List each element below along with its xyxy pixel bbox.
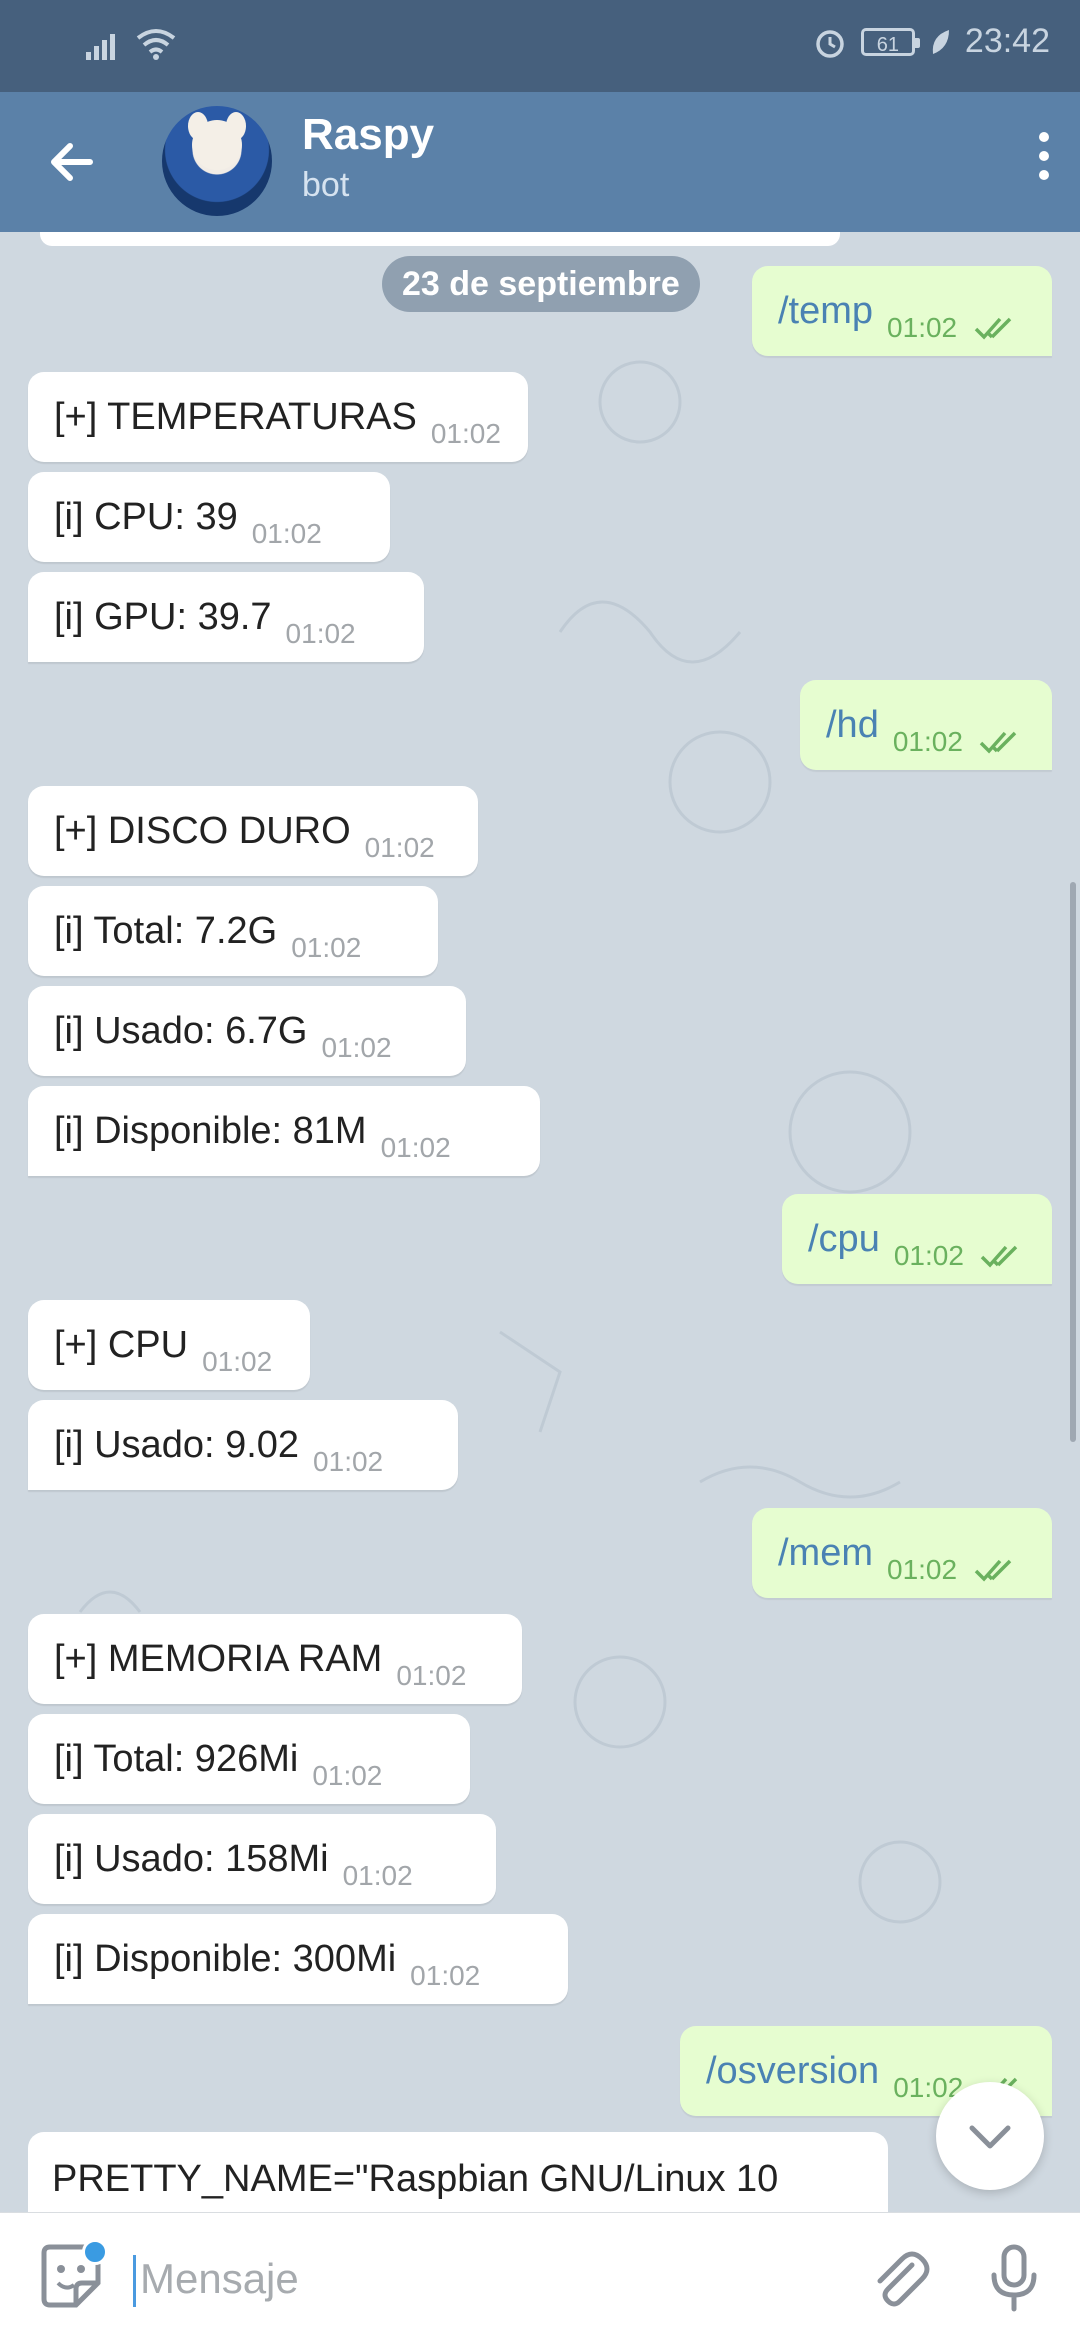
incoming-message[interactable]: [+] CPU 01:02	[28, 1300, 310, 1390]
incoming-message[interactable]: [i] Disponible: 300Mi 01:02	[28, 1914, 568, 2004]
message-text: [+] MEMORIA RAM	[54, 1638, 383, 1680]
message-time: 01:02	[251, 518, 322, 549]
message-time: 01:02	[396, 1660, 467, 1691]
message-time: 01:02	[313, 1446, 384, 1477]
incoming-message[interactable]: [+] MEMORIA RAM 01:02	[28, 1614, 522, 1704]
double-check-icon	[974, 1559, 1011, 1582]
more-vert-icon[interactable]	[1034, 132, 1054, 192]
message-text: /hd	[826, 704, 879, 746]
message-input-bar: Mensaje	[0, 2212, 1080, 2341]
message-text: PRETTY_NAME="Raspbian GNU/Linux 10	[52, 2158, 779, 2200]
double-check-icon	[974, 317, 1011, 340]
scroll-down-button[interactable]	[936, 2082, 1044, 2190]
attach-icon[interactable]	[868, 2247, 930, 2309]
message-time: 01:02	[380, 1132, 451, 1163]
message-time: 01:02	[312, 1760, 383, 1791]
chat-subtitle: bot	[302, 166, 350, 204]
outgoing-message[interactable]: /temp 01:02	[752, 266, 1052, 356]
incoming-message[interactable]: [i] GPU: 39.7 01:02	[28, 572, 424, 662]
message-time: 01:02	[893, 1240, 964, 1271]
status-right: 61 23:42	[813, 22, 1050, 61]
message-time: 01:02	[285, 618, 356, 649]
chat-title[interactable]: Raspy	[302, 110, 434, 160]
incoming-message[interactable]: [i] Total: 926Mi 01:02	[28, 1714, 470, 1804]
message-time: 01:02	[887, 312, 958, 343]
message-text: [i] GPU: 39.7	[54, 596, 272, 638]
leaf-icon	[932, 29, 949, 54]
message-text: [i] CPU: 39	[54, 496, 238, 538]
avatar[interactable]	[162, 106, 272, 216]
message-text: [i] Usado: 9.02	[54, 1424, 300, 1466]
message-time: 01:02	[321, 1032, 392, 1063]
clock: 23:42	[964, 22, 1050, 60]
message-text: [i] Disponible: 81M	[54, 1110, 367, 1152]
double-check-icon	[980, 731, 1017, 754]
message-text: [i] Disponible: 300Mi	[54, 1938, 397, 1980]
message-text: [+] TEMPERATURAS	[54, 396, 417, 438]
outgoing-message[interactable]: /hd 01:02	[800, 680, 1052, 770]
message-text: /osversion	[706, 2050, 880, 2092]
back-arrow-icon[interactable]	[40, 130, 104, 194]
battery-indicator: 61	[860, 27, 920, 56]
status-bar: 61 23:42	[0, 0, 1080, 92]
incoming-message[interactable]: [i] Usado: 9.02 01:02	[28, 1400, 458, 1490]
message-time: 01:02	[202, 1346, 273, 1377]
mic-icon[interactable]	[986, 2243, 1042, 2313]
message-text: [i] Usado: 6.7G	[54, 1010, 308, 1052]
incoming-message[interactable]: [i] Usado: 158Mi 01:02	[28, 1814, 496, 1904]
message-time: 01:02	[410, 1960, 481, 1991]
message-text: [+] DISCO DURO	[54, 810, 351, 852]
message-text: /temp	[778, 290, 874, 332]
double-check-icon	[981, 1245, 1018, 1268]
chat-header: Raspy bot	[0, 92, 1080, 232]
signal-icon	[86, 34, 115, 60]
message-text: /mem	[778, 1532, 873, 1574]
signal-wifi-indicators	[86, 28, 176, 60]
message-time: 01:02	[364, 832, 435, 863]
incoming-message[interactable]: [i] Disponible: 81M 01:02	[28, 1086, 540, 1176]
scrollbar[interactable]	[1070, 882, 1076, 1442]
outgoing-message[interactable]: /mem 01:02	[752, 1508, 1052, 1598]
message-time: 01:02	[887, 1554, 958, 1585]
message-time: 01:02	[342, 1860, 413, 1891]
notification-dot	[82, 2239, 108, 2265]
message-time: 01:02	[892, 726, 963, 757]
message-text: /cpu	[808, 1218, 880, 1260]
alarm-icon	[816, 29, 844, 58]
message-text: [i] Total: 7.2G	[54, 910, 278, 952]
incoming-message[interactable]: [i] Total: 7.2G 01:02	[28, 886, 438, 976]
previous-message-edge	[40, 232, 840, 246]
message-input[interactable]: Mensaje	[140, 2255, 299, 2303]
incoming-message[interactable]: [+] TEMPERATURAS 01:02	[28, 372, 528, 462]
outgoing-message[interactable]: /cpu 01:02	[782, 1194, 1052, 1284]
message-text: [i] Usado: 158Mi	[54, 1838, 329, 1880]
message-time: 01:02	[291, 932, 362, 963]
date-separator: 23 de septiembre	[382, 256, 700, 312]
message-text: [i] Total: 926Mi	[54, 1738, 299, 1780]
text-caret	[133, 2255, 136, 2307]
incoming-message[interactable]: [i] CPU: 39 01:02	[28, 472, 390, 562]
incoming-message[interactable]: [i] Usado: 6.7G 01:02	[28, 986, 466, 1076]
chevron-down-icon	[969, 2125, 1011, 2149]
message-time: 01:02	[430, 418, 501, 449]
incoming-message[interactable]: PRETTY_NAME="Raspbian GNU/Linux 10	[28, 2132, 888, 2212]
message-text: [+] CPU	[54, 1324, 189, 1366]
incoming-message[interactable]: [+] DISCO DURO 01:02	[28, 786, 478, 876]
wifi-icon	[136, 29, 176, 60]
message-list[interactable]: 23 de septiembre /temp 01:02 [+] TEMPERAT…	[0, 232, 1080, 2212]
